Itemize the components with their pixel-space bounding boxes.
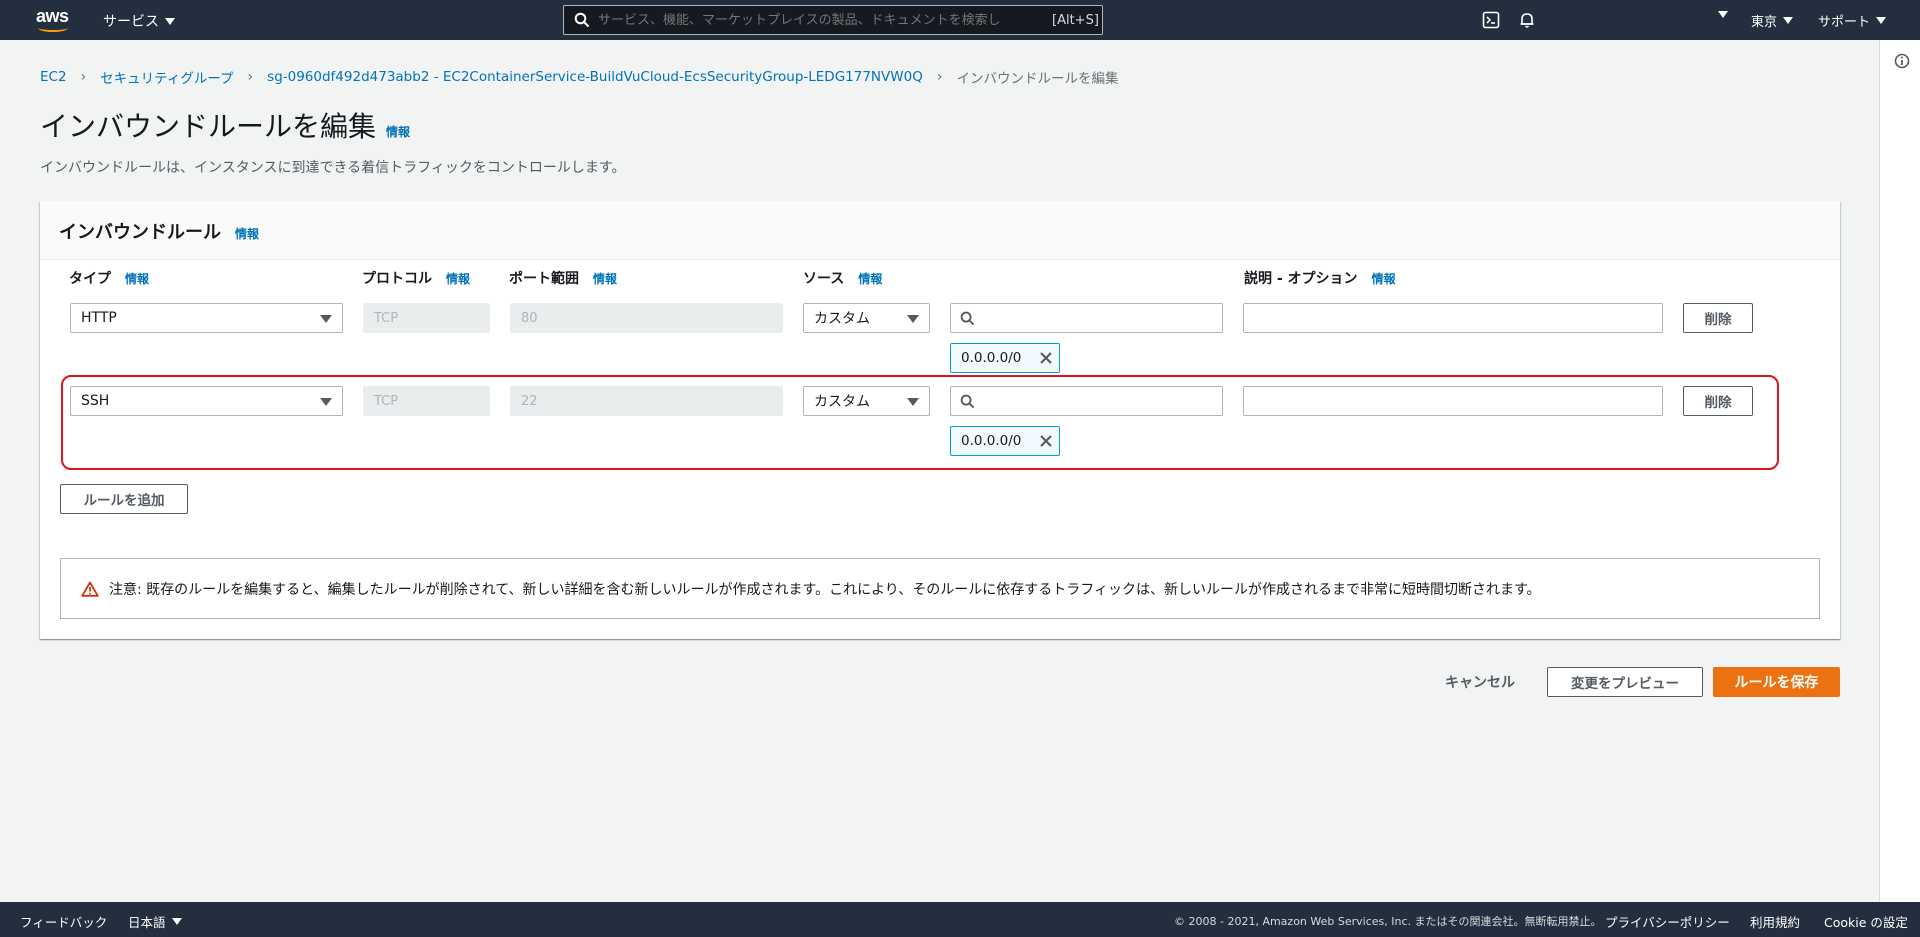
source-info-link[interactable]: 情報 [858, 270, 882, 287]
footer-cookie-link[interactable]: Cookie の設定 [1824, 912, 1908, 931]
warning-alert: 注意: 既存のルールを編集すると、編集したルールが削除されて、新しい詳細を含む新… [60, 558, 1820, 619]
footer-language-select[interactable]: 日本語 [128, 912, 182, 931]
footer-language-label: 日本語 [128, 915, 166, 930]
page-title: インバウンドルールを編集 [40, 110, 377, 143]
type-info-link[interactable]: 情報 [125, 270, 149, 287]
cancel-button[interactable]: キャンセル [1436, 667, 1524, 697]
panel-header: インバウンドルール 情報 [40, 201, 1840, 260]
caret-down-icon [1876, 17, 1887, 24]
global-search-input[interactable] [598, 12, 1048, 28]
footer: フィードバック 日本語 © 2008 - 2021, Amazon Web Se… [0, 902, 1920, 937]
breadcrumb: EC2 › セキュリティグループ › sg-0960df492d473abb2 … [40, 67, 1118, 87]
breadcrumb-security-group-id[interactable]: sg-0960df492d473abb2 - EC2ContainerServi… [267, 69, 923, 85]
save-rules-button[interactable]: ルールを保存 [1713, 667, 1840, 697]
add-rule-button[interactable]: ルールを追加 [60, 484, 188, 514]
warning-icon [81, 581, 99, 597]
breadcrumb-security-groups[interactable]: セキュリティグループ [100, 67, 233, 87]
aws-smile-icon [38, 24, 68, 32]
help-panel-rail [1879, 40, 1920, 902]
rule-type-value: HTTP [81, 310, 117, 326]
notifications-bell-icon[interactable] [1518, 11, 1536, 29]
rule-description-input[interactable] [1243, 303, 1663, 333]
region-label: 東京 [1751, 15, 1778, 30]
highlight-box [61, 375, 1779, 470]
column-header-type: タイプ 情報 [69, 268, 149, 288]
caret-down-icon [1718, 11, 1728, 18]
aws-logo[interactable]: aws [36, 6, 72, 32]
breadcrumb-current: インバウンドルールを編集 [956, 71, 1119, 87]
global-search[interactable]: [Alt+S] [563, 5, 1103, 35]
column-header-protocol: プロトコル 情報 [362, 268, 470, 288]
rule-source-type-select[interactable]: カスタム [803, 303, 930, 333]
caret-down-icon [171, 918, 182, 925]
caret-down-icon [320, 315, 332, 323]
support-label: サポート [1818, 15, 1871, 30]
rule-source-type-value: カスタム [814, 311, 870, 327]
footer-copyright: © 2008 - 2021, Amazon Web Services, Inc.… [1174, 915, 1602, 928]
column-label-source: ソース [803, 271, 845, 287]
caret-down-icon [1783, 17, 1794, 24]
rule-type-select[interactable]: HTTP [70, 303, 343, 333]
column-header-source: ソース 情報 [803, 268, 882, 288]
caret-down-icon [907, 315, 919, 323]
column-label-port-range: ポート範囲 [509, 271, 579, 287]
chevron-right-icon: › [936, 69, 943, 85]
account-menu-button[interactable] [1718, 11, 1728, 18]
rule-delete-button[interactable]: 削除 [1683, 303, 1753, 333]
column-header-description: 説明 - オプション 情報 [1244, 268, 1396, 288]
description-info-link[interactable]: 情報 [1372, 270, 1396, 287]
search-icon [574, 12, 590, 28]
column-label-protocol: プロトコル [362, 271, 432, 287]
footer-feedback-link[interactable]: フィードバック [20, 912, 107, 931]
close-icon[interactable] [1039, 351, 1053, 365]
page-description: インバウンドルールは、インスタンスに到達できる着信トラフィックをコントロールしま… [40, 160, 626, 176]
caret-down-icon [165, 17, 175, 25]
chevron-right-icon: › [247, 69, 254, 85]
cloudshell-icon[interactable] [1482, 11, 1500, 29]
cidr-token-value: 0.0.0.0/0 [961, 350, 1022, 366]
preview-changes-button[interactable]: 変更をプレビュー [1547, 667, 1703, 697]
protocol-info-link[interactable]: 情報 [446, 270, 470, 287]
rule-protocol-field: TCP [363, 303, 490, 333]
page-info-link[interactable]: 情報 [386, 123, 410, 140]
info-icon[interactable] [1894, 53, 1910, 69]
services-menu-button[interactable]: サービス [103, 11, 175, 31]
panel-title: インバウンドルール [59, 222, 221, 243]
footer-privacy-link[interactable]: プライバシーポリシー [1605, 912, 1730, 931]
cidr-token: 0.0.0.0/0 [950, 343, 1060, 373]
search-shortcut: [Alt+S] [1052, 12, 1099, 28]
region-menu-button[interactable]: 東京 [1751, 11, 1794, 30]
breadcrumb-ec2[interactable]: EC2 [40, 69, 67, 85]
footer-terms-link[interactable]: 利用規約 [1750, 912, 1800, 931]
chevron-right-icon: › [80, 69, 87, 85]
rule-source-search-input[interactable] [950, 303, 1223, 333]
warning-text: 注意: 既存のルールを編集すると、編集したルールが削除されて、新しい詳細を含む新… [109, 581, 1541, 598]
column-label-type: タイプ [69, 271, 111, 287]
panel-info-link[interactable]: 情報 [235, 225, 259, 242]
column-header-port-range: ポート範囲 情報 [509, 268, 617, 288]
services-label: サービス [103, 14, 159, 30]
page-title-row: インバウンドルールを編集 情報 [40, 105, 410, 145]
port-range-info-link[interactable]: 情報 [593, 270, 617, 287]
support-menu-button[interactable]: サポート [1818, 11, 1887, 30]
rule-port-range-field: 80 [510, 303, 783, 333]
top-navigation: aws サービス [Alt+S] 東京 サポート [0, 0, 1920, 40]
column-label-description: 説明 - オプション [1244, 271, 1358, 287]
search-icon [960, 311, 975, 325]
